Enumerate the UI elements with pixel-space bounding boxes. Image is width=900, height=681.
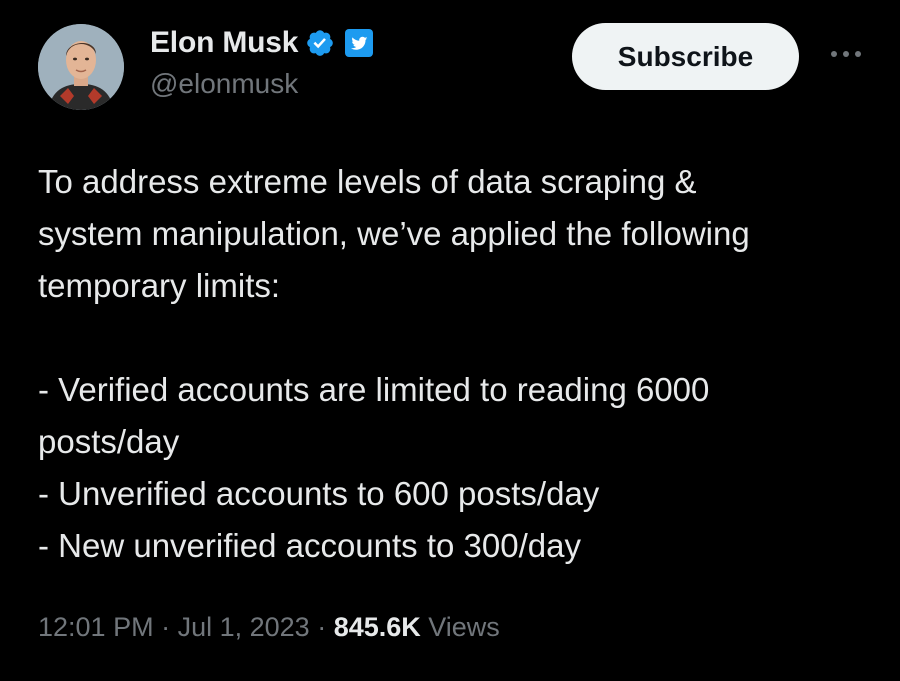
tweet-time[interactable]: 12:01 PM: [38, 612, 154, 642]
tweet-line: - Verified accounts are limited to readi…: [38, 371, 710, 408]
tweet-card: Elon Musk @elonmusk Subscribe To address…: [0, 0, 900, 681]
tweet-line: - New unverified accounts to 300/day: [38, 527, 581, 564]
more-options-icon[interactable]: [826, 42, 866, 66]
tweet-date[interactable]: Jul 1, 2023: [178, 612, 310, 642]
subscribe-button[interactable]: Subscribe: [572, 23, 799, 90]
profile-photo-icon: [38, 24, 124, 110]
avatar[interactable]: [38, 24, 124, 110]
tweet-meta: 12:01 PM · Jul 1, 2023 · 845.6K Views: [38, 612, 500, 643]
handle[interactable]: @elonmusk: [150, 68, 374, 100]
tweet-text: To address extreme levels of data scrapi…: [38, 156, 878, 572]
tweet-line: - Unverified accounts to 600 posts/day: [38, 475, 600, 512]
tweet-line: system manipulation, we’ve applied the f…: [38, 215, 750, 252]
name-row: Elon Musk: [150, 24, 374, 62]
verified-checkmark-icon[interactable]: [305, 28, 335, 58]
tweet-line: To address extreme levels of data scrapi…: [38, 163, 697, 200]
views-count[interactable]: 845.6K: [334, 612, 421, 642]
meta-separator: ·: [153, 612, 178, 642]
twitter-bird-badge-icon[interactable]: [344, 28, 374, 58]
tweet-line: posts/day: [38, 423, 180, 460]
views-label: Views: [420, 612, 500, 642]
display-name[interactable]: Elon Musk: [150, 26, 298, 60]
meta-separator: ·: [309, 612, 334, 642]
author-header: Elon Musk @elonmusk: [150, 24, 374, 100]
tweet-line: temporary limits:: [38, 267, 281, 304]
